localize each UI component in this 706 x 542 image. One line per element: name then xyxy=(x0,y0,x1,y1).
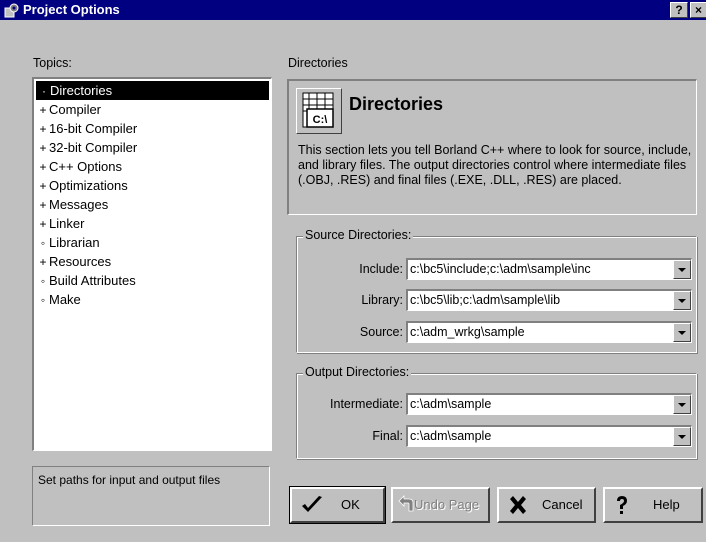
undo-page-button[interactable]: Undo Page xyxy=(391,487,490,523)
section-info-panel: C:\ Directories This section lets you te… xyxy=(287,79,697,215)
library-combo[interactable]: c:\bc5\lib;c:\adm\sample\lib xyxy=(406,289,692,311)
topic-make[interactable]: ◦ Make xyxy=(37,290,81,309)
topic-build-attributes[interactable]: ◦ Build Attributes xyxy=(37,271,136,290)
cancel-x-icon xyxy=(510,496,526,514)
topics-tree[interactable]: · Directories + Compiler +16-bit Compiler … xyxy=(32,77,272,451)
topic-label: Optimizations xyxy=(49,178,128,193)
source-directories-title: Source Directories: xyxy=(303,228,414,242)
topic-compiler[interactable]: + Compiler xyxy=(37,100,101,119)
include-label: Include: xyxy=(359,262,403,276)
checkmark-icon xyxy=(302,496,322,512)
leaf-bullet-icon: · xyxy=(42,84,46,98)
dropdown-arrow-icon[interactable] xyxy=(673,291,691,310)
topic-directories[interactable]: · Directories xyxy=(36,81,269,100)
topic-label: Directories xyxy=(50,83,113,98)
output-directories-title: Output Directories: xyxy=(303,365,412,379)
topics-label: Topics: xyxy=(33,56,72,70)
topic-optimizations[interactable]: + Optimizations xyxy=(37,176,128,196)
topic-16bit-compiler[interactable]: +16-bit Compiler xyxy=(37,119,137,138)
expand-plus-icon[interactable]: + xyxy=(37,177,49,196)
topic-label: Build Attributes xyxy=(49,273,136,288)
expand-plus-icon[interactable]: + xyxy=(37,120,49,139)
final-label: Final: xyxy=(372,429,403,443)
library-value[interactable]: c:\bc5\lib;c:\adm\sample\lib xyxy=(410,293,669,307)
source-value[interactable]: c:\adm_wrkg\sample xyxy=(410,325,669,339)
expand-plus-icon[interactable]: + xyxy=(37,101,49,120)
help-title-button[interactable]: ? xyxy=(670,2,688,18)
final-combo[interactable]: c:\adm\sample xyxy=(406,425,692,447)
section-description: This section lets you tell Borland C++ w… xyxy=(298,143,692,187)
dropdown-arrow-icon[interactable] xyxy=(673,323,691,342)
ok-button[interactable]: OK xyxy=(289,486,386,524)
topic-label: Resources xyxy=(49,254,112,269)
topic-label: 16-bit Compiler xyxy=(49,121,138,136)
source-combo[interactable]: c:\adm_wrkg\sample xyxy=(406,321,692,343)
cancel-label: Cancel xyxy=(542,497,583,512)
help-label: Help xyxy=(653,497,680,512)
directories-icon: C:\ xyxy=(296,88,342,134)
topic-label: 32-bit Compiler xyxy=(49,140,138,155)
topic-32bit-compiler[interactable]: +32-bit Compiler xyxy=(37,138,137,157)
expand-plus-icon[interactable]: + xyxy=(37,196,49,215)
title-bar[interactable]: Project Options ? × xyxy=(0,0,706,20)
expand-plus-icon[interactable]: + xyxy=(37,215,49,234)
dropdown-arrow-icon[interactable] xyxy=(673,427,691,446)
source-label: Source: xyxy=(359,325,403,339)
expand-plus-icon[interactable]: + xyxy=(37,253,49,272)
leaf-bullet-icon: ◦ xyxy=(40,236,46,250)
section-heading: Directories xyxy=(349,94,444,114)
options-icon xyxy=(4,3,19,18)
question-mark-icon xyxy=(617,496,627,514)
topic-label: Librarian xyxy=(49,235,100,250)
window-title: Project Options xyxy=(23,2,120,17)
topic-label: C++ Options xyxy=(49,159,122,174)
topic-resources[interactable]: + Resources xyxy=(37,252,111,271)
ok-label: OK xyxy=(341,497,360,512)
topic-label: Linker xyxy=(49,216,85,231)
library-label: Library: xyxy=(361,293,403,307)
section-label: Directories xyxy=(288,56,348,70)
include-value[interactable]: c:\bc5\include;c:\adm\sample\inc xyxy=(410,262,669,276)
topic-label: Make xyxy=(49,292,81,307)
final-value[interactable]: c:\adm\sample xyxy=(410,429,669,443)
svg-text:C:\: C:\ xyxy=(313,114,328,126)
topic-messages[interactable]: + Messages xyxy=(37,195,108,214)
include-combo[interactable]: c:\bc5\include;c:\adm\sample\inc xyxy=(406,258,692,280)
undo-page-label: Undo Page xyxy=(414,497,480,512)
status-hint: Set paths for input and output files xyxy=(32,466,270,526)
topic-label: Messages xyxy=(49,197,109,212)
intermediate-label: Intermediate: xyxy=(330,397,403,411)
expand-plus-icon[interactable]: + xyxy=(37,158,49,177)
topic-linker[interactable]: + Linker xyxy=(37,214,84,233)
leaf-bullet-icon: ◦ xyxy=(40,274,46,288)
leaf-bullet-icon: ◦ xyxy=(40,293,46,307)
help-button[interactable]: Help xyxy=(603,487,703,523)
topic-librarian[interactable]: ◦ Librarian xyxy=(37,233,100,252)
intermediate-value[interactable]: c:\adm\sample xyxy=(410,397,669,411)
dropdown-arrow-icon[interactable] xyxy=(673,260,691,279)
cancel-button[interactable]: Cancel xyxy=(497,487,596,523)
expand-plus-icon[interactable]: + xyxy=(37,139,49,158)
close-button[interactable]: × xyxy=(690,2,706,18)
dropdown-arrow-icon[interactable] xyxy=(673,395,691,414)
topic-label: Compiler xyxy=(49,102,102,117)
topic-cpp-options[interactable]: + C++ Options xyxy=(37,157,122,176)
intermediate-combo[interactable]: c:\adm\sample xyxy=(406,393,692,415)
